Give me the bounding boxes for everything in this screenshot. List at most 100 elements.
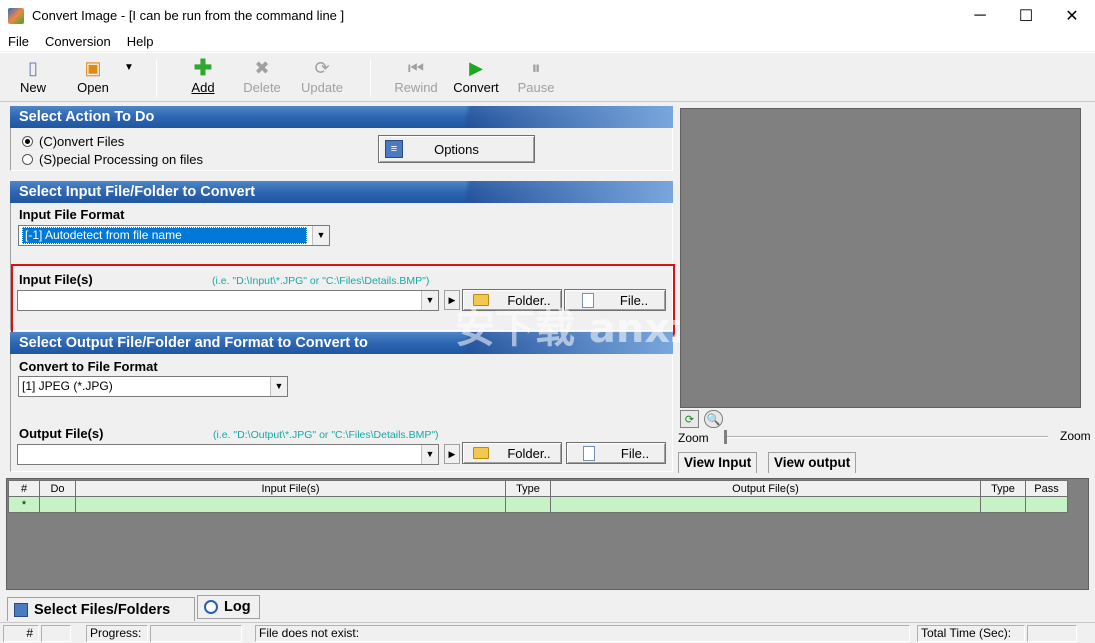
new-label: New	[19, 80, 46, 95]
row-marker: *	[8, 496, 40, 513]
play-icon: ▶	[469, 58, 483, 78]
status-message: File does not exist:	[255, 625, 910, 642]
fit-icon[interactable]: ⟳	[680, 410, 699, 428]
radio-convert-files[interactable]: (C)onvert Files	[22, 134, 124, 149]
output-folder-label: Folder..	[507, 445, 551, 461]
clock-icon	[204, 600, 218, 614]
options-button[interactable]: ≡ Options	[378, 135, 535, 163]
window-controls: ─ ☐ ✕	[957, 0, 1095, 31]
update-button[interactable]: ⟳ Update	[294, 56, 350, 100]
save-disk-icon: ▣	[84, 58, 102, 78]
input-format-select[interactable]: [-1] Autodetect from file name ▼	[18, 225, 330, 246]
table-cell[interactable]	[550, 496, 981, 513]
input-format-value: [-1] Autodetect from file name	[22, 227, 307, 244]
output-format-select[interactable]: [1] JPEG (*.JPG) ▼	[18, 376, 288, 397]
status-progress-label: Progress:	[86, 625, 148, 642]
update-label: Update	[301, 80, 343, 95]
chevron-down-icon[interactable]: ▼	[421, 445, 438, 464]
output-file-label: File..	[620, 445, 650, 461]
delete-label: Delete	[243, 80, 281, 95]
new-file-icon: ▯	[28, 58, 38, 78]
output-files-label: Output File(s)	[19, 426, 104, 441]
status-hash: #	[3, 625, 39, 642]
tab-select-files-label: Select Files/Folders	[34, 601, 171, 618]
radio-convert-label: (C)onvert Files	[39, 134, 125, 149]
grid-icon	[14, 602, 28, 617]
folder-icon	[473, 447, 490, 459]
column-header-do[interactable]: Do	[39, 480, 76, 497]
output-folder-button[interactable]: Folder..	[462, 442, 562, 464]
output-format-label: Convert to File Format	[19, 359, 158, 374]
status-bar: # Progress: File does not exist: Total T…	[0, 622, 1095, 643]
app-icon	[8, 7, 24, 24]
file-icon	[582, 445, 595, 461]
column-header-pass[interactable]: Pass	[1025, 480, 1068, 497]
toolbar-separator	[156, 59, 157, 97]
magnifier-icon[interactable]: 🔍	[704, 410, 723, 428]
table-cell[interactable]	[1025, 496, 1068, 513]
options-label: Options	[434, 141, 479, 157]
open-label: Open	[77, 80, 109, 95]
menu-bar: File Conversion Help	[0, 31, 1095, 51]
output-format-value: [1] JPEG (*.JPG)	[22, 379, 113, 393]
delete-button[interactable]: ✖ Delete	[234, 56, 290, 100]
x-icon: ✖	[254, 58, 270, 78]
open-dropdown-button[interactable]: ▼	[118, 56, 140, 100]
open-button[interactable]: ▣ Open	[65, 56, 121, 100]
add-button[interactable]: ✚ Add	[175, 56, 231, 100]
table-cell[interactable]	[39, 496, 76, 513]
menu-help[interactable]: Help	[119, 34, 162, 49]
new-button[interactable]: ▯ New	[5, 56, 61, 100]
convert-button[interactable]: ▶ Convert	[448, 56, 504, 100]
minimize-button[interactable]: ─	[957, 0, 1003, 31]
toolbar: ▯ New ▣ Open ▼ ✚ Add ✖ Delete ⟳ Update ⏮…	[0, 52, 1095, 102]
zoom-min-label: Zoom	[678, 431, 709, 445]
title-bar: Convert Image - [I can be run from the c…	[0, 0, 1095, 31]
radio-special-processing[interactable]: (S)pecial Processing on files	[22, 152, 203, 167]
menu-conversion[interactable]: Conversion	[37, 34, 119, 49]
progress-bar	[150, 625, 242, 642]
table-cell[interactable]	[980, 496, 1026, 513]
rewind-button[interactable]: ⏮ Rewind	[388, 56, 444, 100]
add-label: Add	[191, 80, 215, 95]
column-header-input[interactable]: Input File(s)	[75, 480, 506, 497]
file-table: # Do Input File(s) Type Output File(s) T…	[8, 480, 1068, 513]
plus-icon: ✚	[193, 55, 213, 80]
table-cell[interactable]	[75, 496, 506, 513]
tab-log[interactable]: Log	[197, 595, 260, 619]
image-preview	[680, 108, 1081, 408]
zoom-max-label: Zoom	[1060, 429, 1091, 443]
radio-button-checked[interactable]	[22, 136, 33, 147]
menu-file[interactable]: File	[0, 34, 37, 49]
output-files-field[interactable]: ▼	[17, 444, 439, 465]
close-button[interactable]: ✕	[1049, 0, 1095, 31]
chevron-down-icon[interactable]: ▼	[270, 377, 287, 396]
table-cell[interactable]	[505, 496, 551, 513]
refresh-icon: ⟳	[314, 58, 330, 78]
radio-button[interactable]	[22, 154, 33, 165]
pause-icon: ⏸	[531, 58, 541, 78]
tab-view-output[interactable]: View output	[768, 452, 857, 473]
chevron-down-icon[interactable]: ▼	[312, 226, 329, 245]
tab-view-input[interactable]: View Input	[678, 452, 758, 473]
column-header-input-type[interactable]: Type	[505, 480, 551, 497]
tab-select-files[interactable]: Select Files/Folders	[7, 597, 195, 621]
toolbar-separator	[370, 59, 371, 97]
maximize-button[interactable]: ☐	[1003, 0, 1049, 31]
column-header-output-type[interactable]: Type	[980, 480, 1026, 497]
output-file-button[interactable]: File..	[566, 442, 666, 464]
table-header-row: # Do Input File(s) Type Output File(s) T…	[8, 480, 1068, 497]
zoom-controls: ⟳ 🔍 Zoom Zoom	[678, 410, 1093, 450]
table-row[interactable]: *	[8, 496, 1068, 513]
zoom-slider-track[interactable]	[726, 436, 1048, 438]
pause-button[interactable]: ⏸ Pause	[508, 56, 564, 100]
play-small-icon: ▶	[448, 448, 456, 459]
output-history-arrow-button[interactable]: ▶	[444, 444, 460, 464]
column-header-output[interactable]: Output File(s)	[550, 480, 981, 497]
column-header-number[interactable]: #	[8, 480, 40, 497]
action-section-header: Select Action To Do	[10, 106, 673, 128]
zoom-slider-thumb[interactable]	[724, 430, 727, 444]
file-grid: # Do Input File(s) Type Output File(s) T…	[6, 478, 1089, 590]
rewind-icon: ⏮	[407, 58, 425, 78]
convert-label: Convert	[453, 80, 499, 95]
